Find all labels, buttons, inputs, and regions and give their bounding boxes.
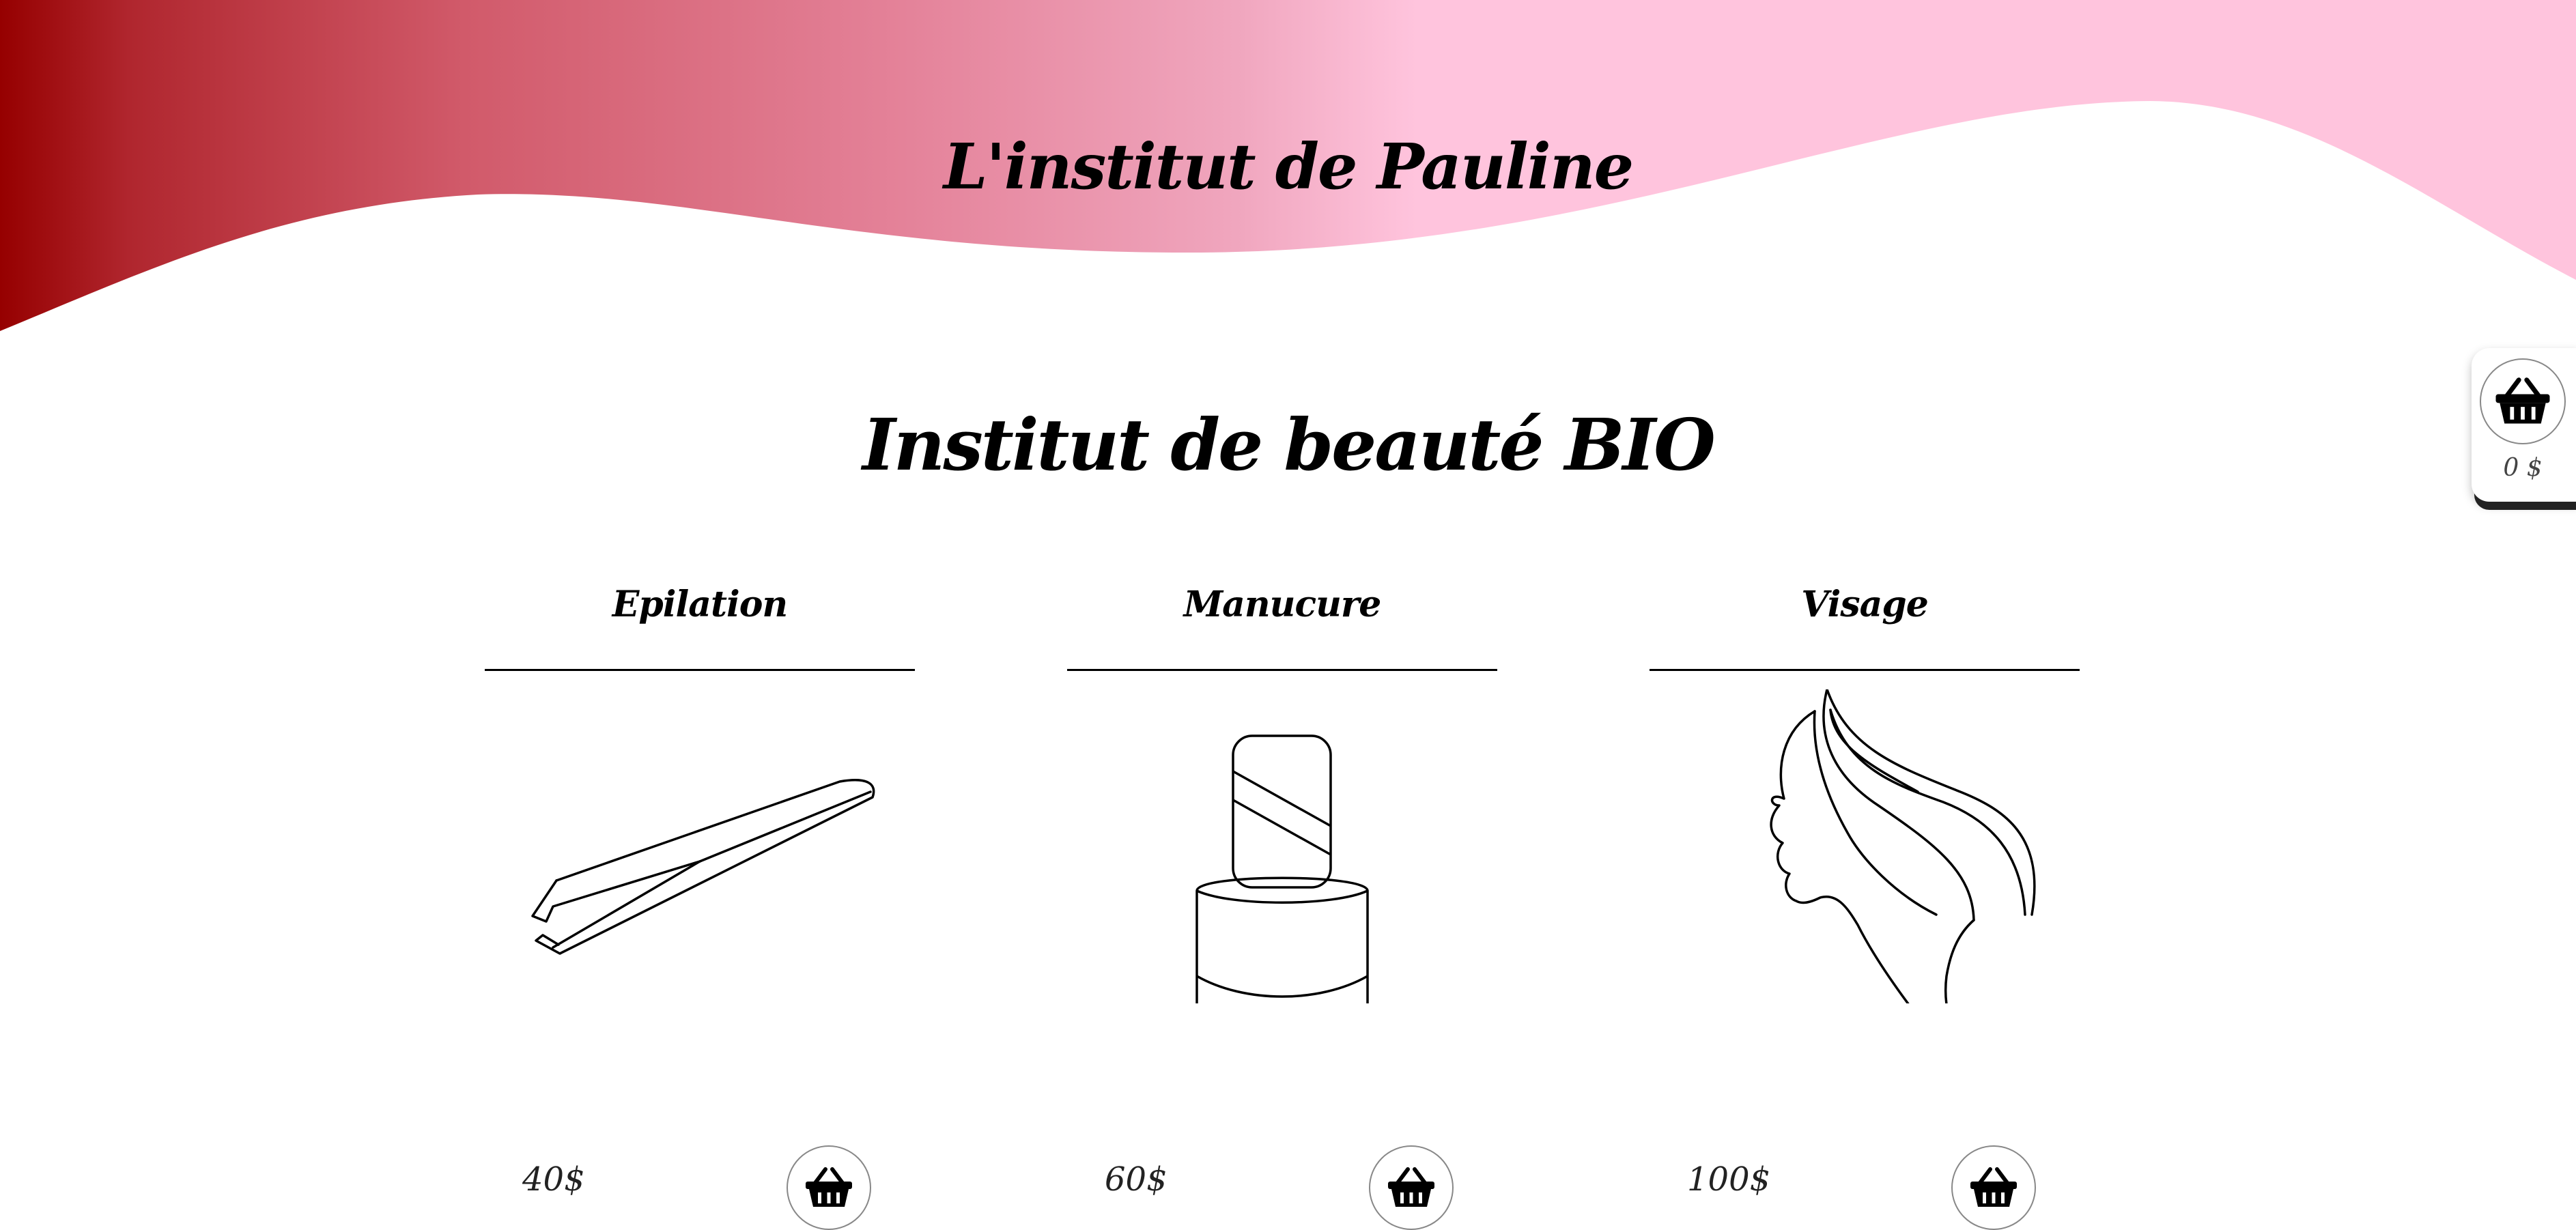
product-name: Visage bbox=[1801, 584, 1929, 625]
add-to-cart-button[interactable] bbox=[1369, 1145, 1454, 1230]
header-banner: L'institut de Pauline bbox=[0, 0, 2576, 341]
product-price: 100$ bbox=[1687, 1160, 1771, 1199]
site-title: L'institut de Pauline bbox=[943, 130, 1634, 203]
product-name: Epilation bbox=[612, 584, 788, 625]
basket-icon bbox=[1388, 1167, 1434, 1207]
tweezers-icon bbox=[531, 779, 875, 955]
cart-total: 0 $ bbox=[2503, 454, 2543, 482]
product-card-manucure: Manucure 60$ bbox=[1067, 573, 1497, 1230]
basket-icon bbox=[2495, 377, 2550, 424]
add-to-cart-button[interactable] bbox=[787, 1145, 871, 1230]
nail-polish-icon bbox=[1195, 734, 1369, 1003]
page-heading: Institut de beauté BIO bbox=[862, 403, 1716, 487]
cart-button[interactable] bbox=[2480, 358, 2566, 444]
product-card-visage: Visage 100$ bbox=[1650, 573, 2080, 1230]
divider bbox=[1067, 669, 1497, 671]
woman-face-profile-icon bbox=[1770, 689, 2036, 1003]
basket-icon bbox=[1970, 1167, 2017, 1207]
divider bbox=[485, 669, 915, 671]
add-to-cart-button[interactable] bbox=[1951, 1145, 2036, 1230]
divider bbox=[1650, 669, 2080, 671]
basket-icon bbox=[806, 1167, 852, 1207]
product-card-epilation: Epilation 40$ bbox=[485, 573, 915, 1230]
product-price: 60$ bbox=[1105, 1160, 1167, 1199]
product-price: 40$ bbox=[522, 1160, 585, 1199]
product-name: Manucure bbox=[1183, 584, 1382, 625]
cart-widget: 0 $ bbox=[2472, 348, 2576, 502]
